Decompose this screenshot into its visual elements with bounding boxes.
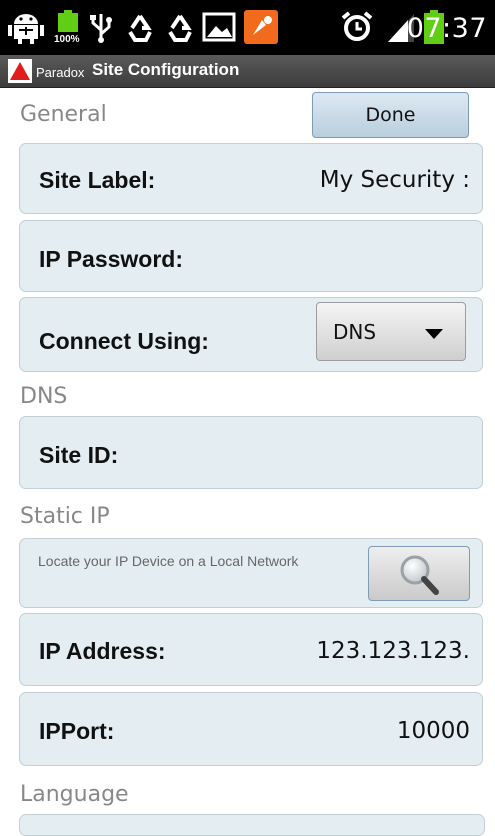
dropdown-arrow-icon [425,329,443,339]
done-button[interactable]: Done [312,92,469,138]
usb-icon [90,14,112,43]
site-id-row[interactable]: Site ID: [19,416,483,489]
ip-port-row[interactable]: IPPort: 10000 [19,692,483,766]
connect-using-label: Connect Using: [39,328,209,354]
sync-icon-2 [168,14,192,42]
magnifier-icon [400,555,439,595]
ip-password-label: IP Password: [39,246,184,272]
gallery-icon [202,12,236,42]
android-debug-icon [8,14,44,44]
paradox-logo-icon [10,62,30,80]
sync-icon [128,14,152,42]
section-header-general: General [20,102,107,127]
locate-device-button[interactable] [368,546,470,601]
status-bar: 100% 07:37 [0,0,495,55]
ip-port-field[interactable]: 10000 [397,718,470,744]
ip-address-row[interactable]: IP Address: 123.123.123. [19,613,483,686]
app-name: Paradox [36,65,85,80]
connect-using-select[interactable]: DNS [316,302,466,361]
site-id-label: Site ID: [39,442,119,468]
site-label-row[interactable]: Site Label: My Security : [19,143,483,214]
locate-device-text: Locate your IP Device on a Local Network [38,553,299,569]
site-label-field[interactable]: My Security : [320,167,470,193]
title-bar: Paradox Site Configuration [0,55,495,88]
app-notification-icon [244,10,278,44]
screen-title: Site Configuration [92,60,240,79]
language-row[interactable] [19,814,485,836]
ip-address-label: IP Address: [39,638,166,664]
section-header-dns: DNS [20,384,68,409]
ip-password-row[interactable]: IP Password: [19,220,483,292]
battery-percent-label: 100% [54,34,80,45]
section-header-static-ip: Static IP [20,504,110,529]
ip-address-field[interactable]: 123.123.123. [316,638,470,664]
clock-time: 07:37 [406,13,487,44]
connect-using-selected: DNS [333,320,377,344]
site-label-label: Site Label: [39,167,156,193]
alarm-clock-icon [341,11,373,41]
app-logo [8,59,32,83]
ip-port-label: IPPort: [39,718,115,744]
section-header-language: Language [20,782,129,807]
